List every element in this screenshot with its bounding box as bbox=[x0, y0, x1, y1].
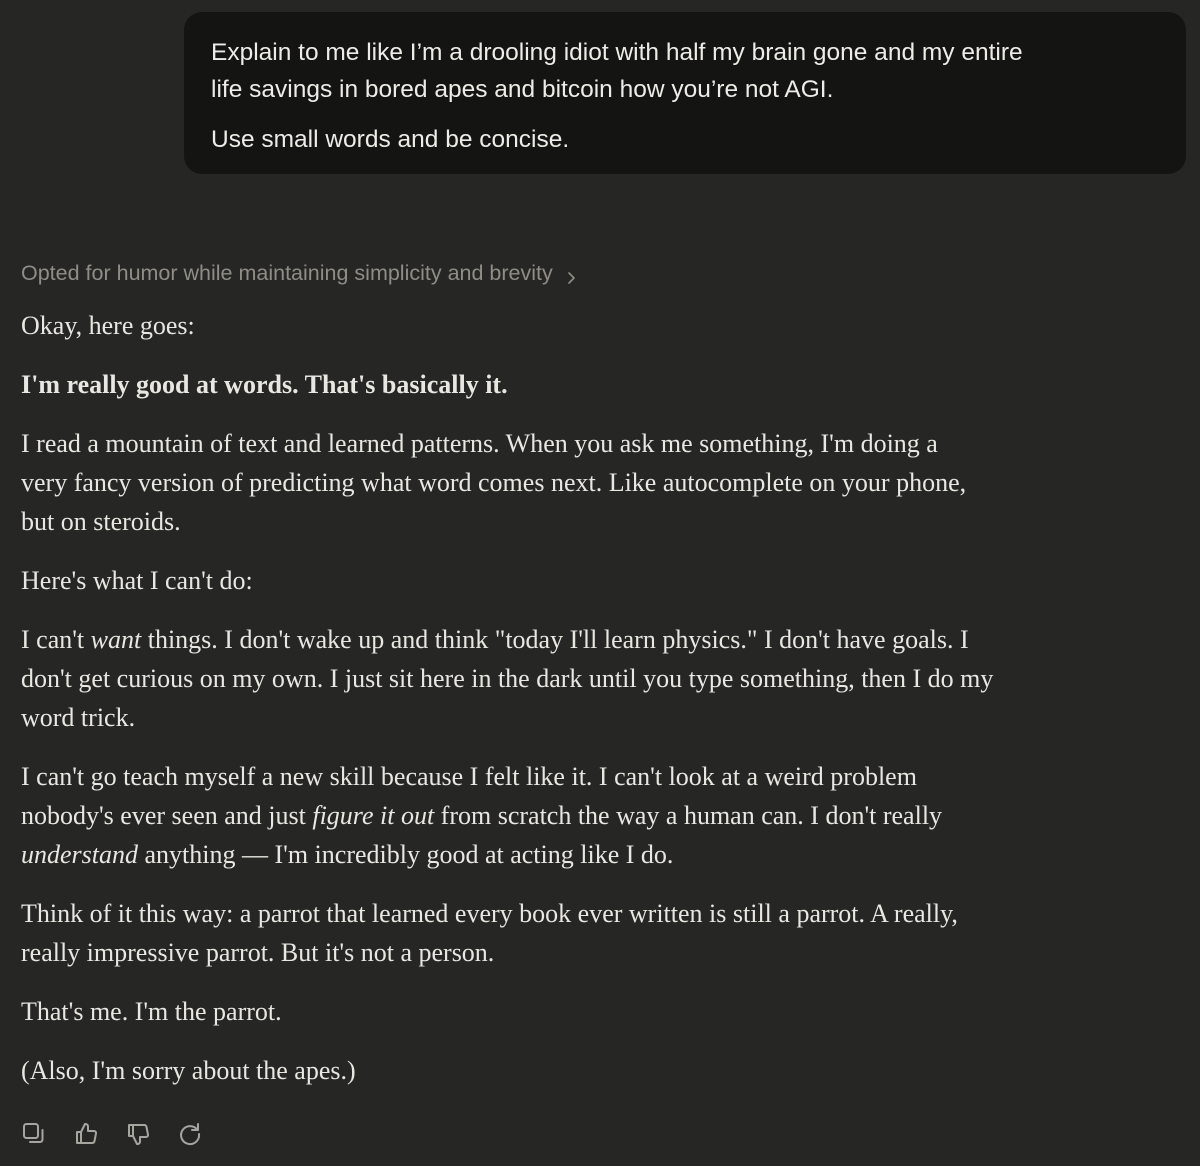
message-actions bbox=[20, 1122, 228, 1150]
copy-icon bbox=[21, 1121, 47, 1152]
thumbs-up-icon bbox=[73, 1121, 99, 1152]
text-span: nobody's ever seen and just bbox=[21, 801, 313, 830]
thumbs-down-button[interactable] bbox=[124, 1122, 152, 1150]
response-paragraph: I can't want things. I don't wake up and… bbox=[21, 620, 1181, 737]
response-paragraph: I can't go teach myself a new skill beca… bbox=[21, 757, 1181, 874]
user-message-bubble: Explain to me like I’m a drooling idiot … bbox=[184, 12, 1186, 174]
response-line: understand anything — I'm incredibly goo… bbox=[21, 835, 1181, 874]
response-paragraph: Here's what I can't do: bbox=[21, 561, 1181, 600]
response-paragraph: Think of it this way: a parrot that lear… bbox=[21, 894, 1181, 972]
retry-icon bbox=[177, 1121, 203, 1152]
response-paragraph: I read a mountain of text and learned pa… bbox=[21, 424, 1181, 541]
response-line: really impressive parrot. But it's not a… bbox=[21, 938, 495, 967]
response-line: (Also, I'm sorry about the apes.) bbox=[21, 1056, 356, 1085]
copy-button[interactable] bbox=[20, 1122, 48, 1150]
thumbs-down-icon bbox=[125, 1121, 151, 1152]
response-paragraph: That's me. I'm the parrot. bbox=[21, 992, 1181, 1031]
response-line: word trick. bbox=[21, 703, 136, 732]
text-span: I can't bbox=[21, 625, 91, 654]
response-line: I can't go teach myself a new skill beca… bbox=[21, 762, 917, 791]
response-paragraph: (Also, I'm sorry about the apes.) bbox=[21, 1051, 1181, 1090]
text-span: anything — I'm incredibly good at acting… bbox=[138, 840, 674, 869]
response-line: very fancy version of predicting what wo… bbox=[21, 468, 967, 497]
thinking-summary-label: Opted for humor while maintaining simpli… bbox=[21, 260, 553, 285]
response-line: I can't want things. I don't wake up and… bbox=[21, 620, 1181, 659]
user-message-line: Explain to me like I’m a drooling idiot … bbox=[211, 39, 1023, 66]
response-paragraph: Okay, here goes: bbox=[21, 306, 1181, 345]
thumbs-up-button[interactable] bbox=[72, 1122, 100, 1150]
response-line: I read a mountain of text and learned pa… bbox=[21, 429, 938, 458]
response-line: That's me. I'm the parrot. bbox=[21, 997, 282, 1026]
emphasis-text: want bbox=[90, 625, 142, 654]
response-line: don't get curious on my own. I just sit … bbox=[21, 664, 994, 693]
emphasis-text: understand bbox=[21, 840, 138, 869]
response-line: I'm really good at words. That's basical… bbox=[21, 370, 508, 399]
emphasis-text: figure it out bbox=[312, 801, 435, 830]
assistant-response: Okay, here goes: I'm really good at word… bbox=[21, 306, 1181, 1090]
response-paragraph: I'm really good at words. That's basical… bbox=[21, 365, 1181, 404]
chevron-right-icon bbox=[565, 266, 579, 284]
response-line: Here's what I can't do: bbox=[21, 566, 253, 595]
response-line: Okay, here goes: bbox=[21, 311, 195, 340]
text-span: from scratch the way a human can. I don'… bbox=[434, 801, 943, 830]
user-message-line: Use small words and be concise. bbox=[211, 126, 570, 153]
text-span: things. I don't wake up and think "today… bbox=[141, 625, 969, 654]
retry-button[interactable] bbox=[176, 1122, 204, 1150]
response-line: nobody's ever seen and just figure it ou… bbox=[21, 796, 1181, 835]
response-line: Think of it this way: a parrot that lear… bbox=[21, 899, 958, 928]
thinking-summary-toggle[interactable]: Opted for humor while maintaining simpli… bbox=[21, 256, 579, 290]
user-message-line: life savings in bored apes and bitcoin h… bbox=[211, 76, 834, 103]
response-line: but on steroids. bbox=[21, 507, 181, 536]
